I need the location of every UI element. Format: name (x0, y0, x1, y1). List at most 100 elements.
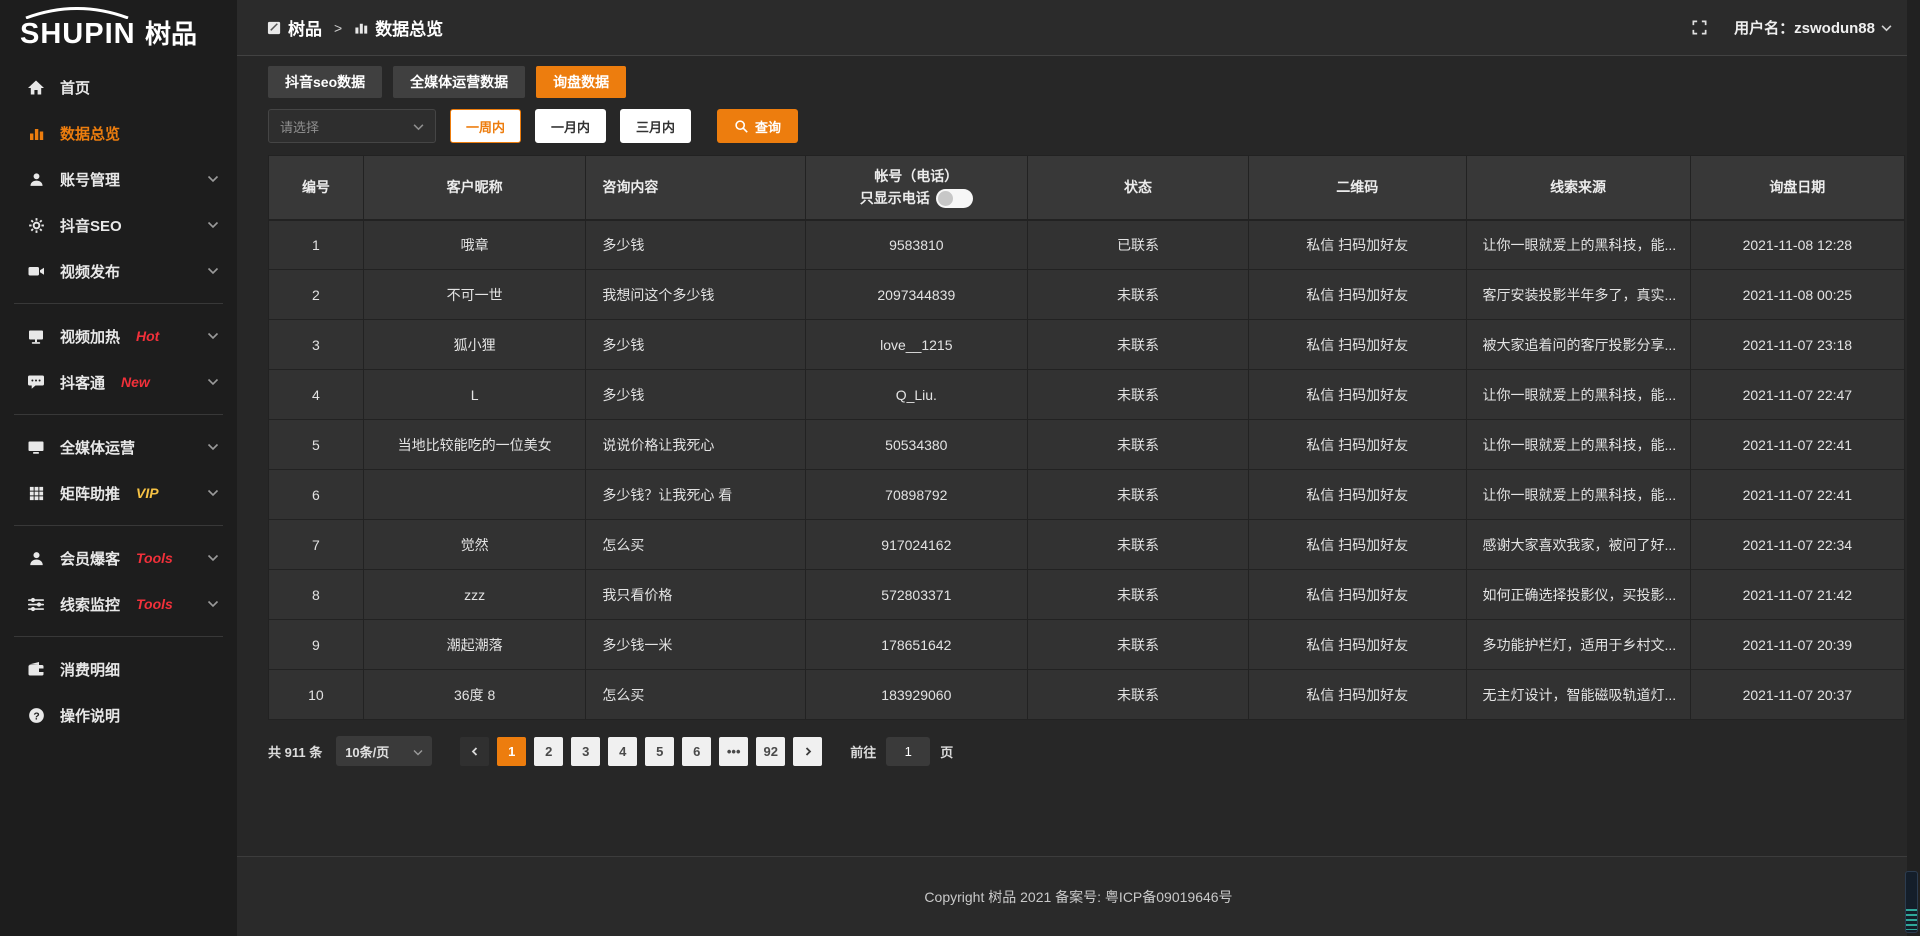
cell-content: 怎么买 (586, 520, 805, 570)
sidebar-item-label: 视频加热 (60, 326, 120, 347)
column-header-6: 二维码 (1248, 156, 1466, 220)
page-button-6[interactable]: 6 (682, 737, 711, 766)
cell-qrcode[interactable]: 私信 扫码加好友 (1248, 570, 1466, 620)
breadcrumb-current[interactable]: 数据总览 (354, 15, 443, 40)
cell-source[interactable]: 让你一眼就爱上的黑科技，能... (1466, 420, 1690, 470)
tab-3[interactable]: 询盘数据 (536, 66, 626, 98)
sidebar-item-2[interactable]: 数据总览 (0, 110, 237, 156)
sidebar-item-3[interactable]: 账号管理 (0, 156, 237, 202)
sidebar-item-4[interactable]: 抖音SEO (0, 202, 237, 248)
page-button-5[interactable]: 5 (645, 737, 674, 766)
cell-qrcode[interactable]: 私信 扫码加好友 (1248, 420, 1466, 470)
grid-icon (26, 484, 46, 502)
goto-unit-label: 页 (940, 742, 953, 761)
chevron-down-icon (413, 744, 423, 759)
search-button[interactable]: 查询 (717, 109, 798, 143)
chevron-down-icon (207, 175, 219, 183)
period-button-2[interactable]: 一月内 (535, 109, 606, 143)
cell-source[interactable]: 无主灯设计，智能磁吸轨道灯... (1466, 670, 1690, 720)
cell-nickname: 当地比较能吃的一位美女 (363, 420, 585, 470)
table-row: 4L多少钱Q_Liu.未联系私信 扫码加好友让你一眼就爱上的黑科技，能...20… (269, 370, 1905, 420)
cell-account: 183929060 (805, 670, 1027, 720)
cell-date: 2021-11-07 22:41 (1690, 420, 1904, 470)
page-size-select[interactable]: 10条/页 (336, 736, 432, 766)
column-header-7: 线索来源 (1466, 156, 1690, 220)
cell-qrcode[interactable]: 私信 扫码加好友 (1248, 220, 1466, 270)
column-header-1: 编号 (269, 156, 364, 220)
page-ellipsis[interactable]: ••• (719, 737, 748, 766)
sidebar-item-10[interactable]: 会员爆客Tools (0, 535, 237, 581)
breadcrumb: 树品 > 数据总览 (267, 15, 443, 40)
breadcrumb-root[interactable]: 树品 (267, 15, 322, 40)
cell-source[interactable]: 客厅安装投影半年多了，真实... (1466, 270, 1690, 320)
cell-source[interactable]: 让你一眼就爱上的黑科技，能... (1466, 220, 1690, 270)
page-button-92[interactable]: 92 (756, 737, 785, 766)
sidebar-item-label: 视频发布 (60, 261, 120, 282)
corner-widget (1905, 871, 1918, 933)
page-button-2[interactable]: 2 (534, 737, 563, 766)
cell-content: 多少钱一米 (586, 620, 805, 670)
sidebar-divider (14, 414, 223, 415)
bar-chart-icon (354, 20, 369, 35)
period-button-1[interactable]: 一周内 (450, 109, 521, 143)
chevron-down-icon (1881, 24, 1892, 32)
chevron-down-icon (207, 554, 219, 562)
sidebar-item-label: 线索监控 (60, 594, 120, 615)
sidebar-item-label: 矩阵助推 (60, 483, 120, 504)
tab-1[interactable]: 抖音seo数据 (268, 66, 382, 98)
cell-qrcode[interactable]: 私信 扫码加好友 (1248, 620, 1466, 670)
sidebar-item-8[interactable]: 全媒体运营 (0, 424, 237, 470)
cell-source[interactable]: 被大家追着问的客厅投影分享... (1466, 320, 1690, 370)
goto-page-input[interactable] (886, 737, 930, 766)
cell-qrcode[interactable]: 私信 扫码加好友 (1248, 670, 1466, 720)
cell-qrcode[interactable]: 私信 扫码加好友 (1248, 270, 1466, 320)
cell-qrcode[interactable]: 私信 扫码加好友 (1248, 370, 1466, 420)
cell-serial: 9 (269, 620, 364, 670)
prev-page-button[interactable] (460, 737, 489, 766)
user-menu[interactable]: 用户名：zswodun88 (1734, 17, 1892, 38)
cell-account: Q_Liu. (805, 370, 1027, 420)
cell-date: 2021-11-07 22:34 (1690, 520, 1904, 570)
sidebar-item-7[interactable]: 抖客通New (0, 359, 237, 405)
table-row: 6多少钱？让我死心 看70898792未联系私信 扫码加好友让你一眼就爱上的黑科… (269, 470, 1905, 520)
user-icon (26, 170, 46, 188)
sidebar-item-9[interactable]: 矩阵助推VIP (0, 470, 237, 516)
sidebar-item-12[interactable]: 消费明细 (0, 646, 237, 692)
column-header-5: 状态 (1028, 156, 1249, 220)
sidebar-item-6[interactable]: 视频加热Hot (0, 313, 237, 359)
cell-status: 未联系 (1028, 320, 1249, 370)
cell-nickname: zzz (363, 570, 585, 620)
cell-date: 2021-11-07 21:42 (1690, 570, 1904, 620)
page-button-3[interactable]: 3 (571, 737, 600, 766)
chevron-down-icon (207, 600, 219, 608)
page-button-1[interactable]: 1 (497, 737, 526, 766)
cell-source[interactable]: 感谢大家喜欢我家，被问了好... (1466, 520, 1690, 570)
sidebar-item-13[interactable]: ?操作说明 (0, 692, 237, 738)
cell-qrcode[interactable]: 私信 扫码加好友 (1248, 320, 1466, 370)
sliders-icon (26, 595, 46, 613)
account-select[interactable]: 请选择 (268, 109, 436, 143)
cell-source[interactable]: 让你一眼就爱上的黑科技，能... (1466, 470, 1690, 520)
tab-2[interactable]: 全媒体运营数据 (393, 66, 525, 98)
phone-only-toggle[interactable] (936, 189, 973, 208)
cell-qrcode[interactable]: 私信 扫码加好友 (1248, 470, 1466, 520)
page-button-4[interactable]: 4 (608, 737, 637, 766)
table-row: 2不可一世我想问这个多少钱2097344839未联系私信 扫码加好友客厅安装投影… (269, 270, 1905, 320)
period-button-3[interactable]: 三月内 (620, 109, 691, 143)
sidebar-item-5[interactable]: 视频发布 (0, 248, 237, 294)
sidebar-item-label: 抖音SEO (60, 215, 122, 236)
filter-row: 请选择 一周内一月内三月内 查询 (268, 109, 1905, 143)
sidebar-item-1[interactable]: 首页 (0, 64, 237, 110)
cell-source[interactable]: 多功能护栏灯，适用于乡村文... (1466, 620, 1690, 670)
cell-status: 未联系 (1028, 270, 1249, 320)
cell-qrcode[interactable]: 私信 扫码加好友 (1248, 520, 1466, 570)
cell-source[interactable]: 如何正确选择投影仪，买投影... (1466, 570, 1690, 620)
cell-source[interactable]: 让你一眼就爱上的黑科技，能... (1466, 370, 1690, 420)
cell-nickname: 觉然 (363, 520, 585, 570)
app-square-icon (267, 20, 282, 35)
scrollbar-track[interactable] (1907, 0, 1920, 936)
cell-date: 2021-11-07 22:47 (1690, 370, 1904, 420)
next-page-button[interactable] (793, 737, 822, 766)
fullscreen-icon[interactable] (1691, 19, 1708, 36)
sidebar-item-11[interactable]: 线索监控Tools (0, 581, 237, 627)
